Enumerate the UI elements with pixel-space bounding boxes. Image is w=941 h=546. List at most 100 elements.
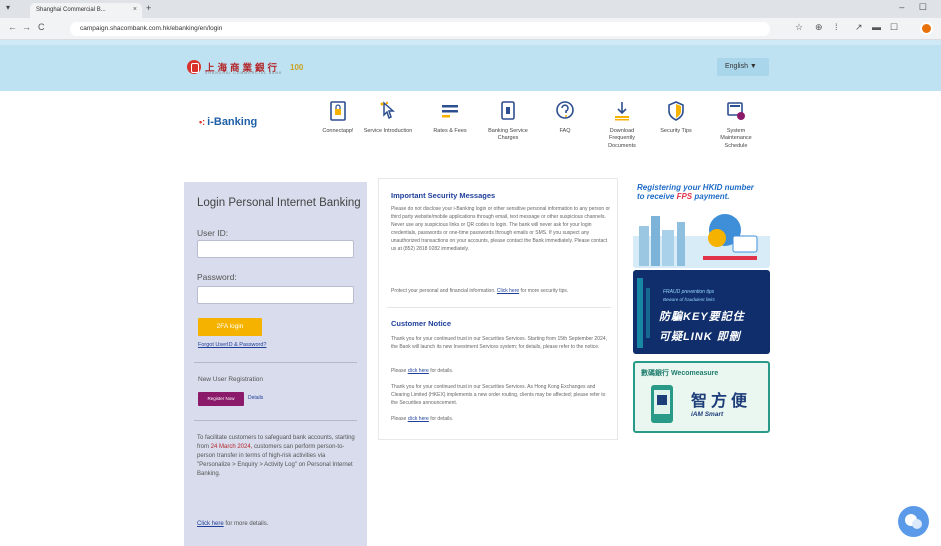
iam-smart-title: 數碼銀行 Wecomeasure	[641, 370, 719, 377]
chat-button[interactable]	[898, 506, 929, 537]
window-controls[interactable]: – ☐	[899, 2, 933, 13]
menu-rates-fees[interactable]: Rates & Fees	[425, 100, 475, 135]
tab-search-button[interactable]: ▾	[6, 3, 10, 12]
bank-name-en: SHANGHAI COMMERCIAL BANK	[205, 71, 283, 75]
customer-notice-para-2: Thank you for your continued trust in ou…	[391, 384, 606, 406]
shield-icon	[668, 101, 684, 121]
share-icon[interactable]: ↗	[855, 22, 863, 33]
menu-connectapp[interactable]: Connectapp!	[313, 100, 363, 135]
menu-faq[interactable]: FAQ	[540, 100, 590, 135]
forward-button[interactable]: →	[22, 22, 31, 32]
customer-notice-link-1[interactable]: click here	[408, 368, 429, 374]
iam-smart-zh: 智方便	[691, 393, 752, 410]
extension-icon[interactable]: ⊕	[815, 22, 823, 33]
menu-system-maintenance[interactable]: System Maintenance Schedule	[711, 100, 761, 150]
new-user-label: New User Registration	[198, 376, 264, 383]
document-icon	[501, 101, 515, 120]
menu-label: Banking Service Charges	[488, 128, 528, 142]
divider	[194, 420, 357, 421]
fps-banner-title: Registering your HKID number to receive …	[637, 183, 754, 201]
security-heading: Important Security Messages	[391, 191, 496, 200]
faq-icon	[556, 101, 574, 119]
url-text: campaign.shacombank.com.hk/ebanking/en/l…	[80, 25, 223, 32]
customer-notice-para: Thank you for your continued trust in ou…	[391, 336, 607, 350]
bank-logo-icon	[187, 60, 201, 74]
sidepanel-icon[interactable]: ☐	[890, 22, 898, 33]
bank-logo[interactable]: 上海商業銀行 100 SHANGHAI COMMERCIAL BANK	[187, 58, 303, 76]
doc-lock-icon	[330, 101, 346, 121]
customer-notice-line-2: Please click here for details.	[391, 415, 613, 423]
customer-notice-line-suffix: for details.	[428, 368, 454, 374]
language-selector[interactable]: English ▼	[717, 58, 769, 76]
ibanking-logo[interactable]: •: i-Banking	[199, 116, 257, 128]
url-bar[interactable]: campaign.shacombank.com.hk/ebanking/en/l…	[70, 22, 770, 36]
fraud-prevention-banner[interactable]: FRAUD prevention tips Beware of fraudule…	[633, 270, 770, 354]
fps-banner-line2-prefix: to receive	[637, 192, 677, 202]
back-button[interactable]: ←	[8, 22, 17, 32]
new-tab-button[interactable]: +	[146, 3, 151, 13]
customer-notice-line: Please click here for details.	[391, 367, 613, 375]
fps-banner[interactable]: Registering your HKID number to receive …	[633, 180, 770, 268]
chat-icon	[905, 514, 922, 529]
login-button[interactable]: 2FA login	[198, 318, 262, 336]
login-notice-date: 24 March 2024,	[210, 444, 253, 450]
security-para-2-suffix: for more security tips.	[519, 288, 569, 294]
profile-avatar[interactable]	[920, 22, 933, 35]
customer-notice-link-2[interactable]: click here	[408, 416, 429, 422]
address-bar-row: ← → C campaign.shacombank.com.hk/ebankin…	[0, 18, 941, 40]
menu-label: Service Introduction	[363, 128, 413, 134]
iam-smart-sub: iAM Smart	[691, 411, 724, 418]
rates-icon	[442, 105, 458, 118]
fps-banner-line2-suffix: payment.	[692, 192, 730, 202]
password-label: Password:	[197, 272, 237, 282]
customer-notice-heading: Customer Notice	[391, 319, 452, 328]
iam-smart-banner[interactable]: 數碼銀行 Wecomeasure 智方便 iAM Smart	[633, 361, 770, 433]
fraud-banner-line1: FRAUD prevention tips	[663, 289, 715, 295]
browser-tab[interactable]: Shanghai Commercial B... ×	[30, 3, 142, 18]
menu-service-charges[interactable]: Banking Service Charges	[483, 100, 533, 143]
menu-service-intro[interactable]: Service Introduction	[363, 100, 413, 135]
menu-security-tips[interactable]: Security Tips	[651, 100, 701, 135]
fps-banner-line2-hl: FPS	[676, 192, 693, 202]
ibanking-label: i-Banking	[207, 116, 258, 128]
menu-label: FAQ	[559, 128, 571, 134]
fraud-banner-stripe	[637, 278, 650, 348]
forgot-password-link[interactable]: Forgot UserID & Password?	[198, 342, 266, 348]
extension-icon-2[interactable]: ⁞	[835, 22, 838, 32]
tab-title: Shanghai Commercial B...	[36, 7, 106, 13]
password-input[interactable]	[197, 286, 354, 304]
security-para-2: Protect your personal and financial info…	[391, 287, 613, 295]
fps-banner-line1: Registering your HKID number	[637, 183, 754, 192]
divider	[194, 362, 357, 363]
divider	[387, 307, 611, 308]
tab-close-icon[interactable]: ×	[133, 6, 137, 13]
login-click-here-suffix: for more details.	[223, 521, 269, 527]
fraud-banner-line2: Beware of fraudulent links	[663, 297, 715, 302]
customer-notice-line-2-suffix: for details.	[428, 416, 454, 422]
login-notice: To facilitate customers to safeguard ban…	[197, 434, 357, 479]
maintenance-icon	[727, 102, 745, 120]
menu-label: Security Tips	[660, 128, 692, 134]
fraud-banner-zh2: 可疑LINK 即刪	[659, 331, 741, 343]
login-click-here: Click here for more details.	[197, 521, 268, 527]
register-button[interactable]: Register Now	[198, 392, 244, 406]
city-skyline-graphic	[633, 214, 770, 268]
register-details-link[interactable]: Details	[248, 395, 263, 401]
login-title: Login Personal Internet Banking	[197, 197, 361, 209]
browser-tab-strip: ▾ Shanghai Commercial B... × + – ☐	[0, 0, 941, 18]
bookmark-star-icon[interactable]: ☆	[795, 22, 803, 33]
login-click-here-link[interactable]: Click here	[197, 521, 224, 527]
menu-label: System Maintenance Schedule	[720, 128, 752, 149]
anniversary-badge: 100	[290, 62, 304, 72]
phone-icon	[651, 385, 673, 423]
user-id-label: User ID:	[197, 228, 229, 238]
reload-button[interactable]: C	[38, 22, 45, 32]
user-id-input[interactable]	[197, 240, 354, 258]
security-tips-link[interactable]: Click here	[497, 288, 519, 294]
media-icon[interactable]: ▬	[872, 22, 881, 32]
menu-download-docs[interactable]: Download Frequently Documents	[597, 100, 647, 150]
download-icon	[615, 102, 629, 121]
customer-notice-line-prefix: Please	[391, 368, 408, 374]
customer-notice-line-2-prefix: Please	[391, 416, 408, 422]
security-para: Please do not disclose your i-Banking lo…	[391, 206, 611, 252]
